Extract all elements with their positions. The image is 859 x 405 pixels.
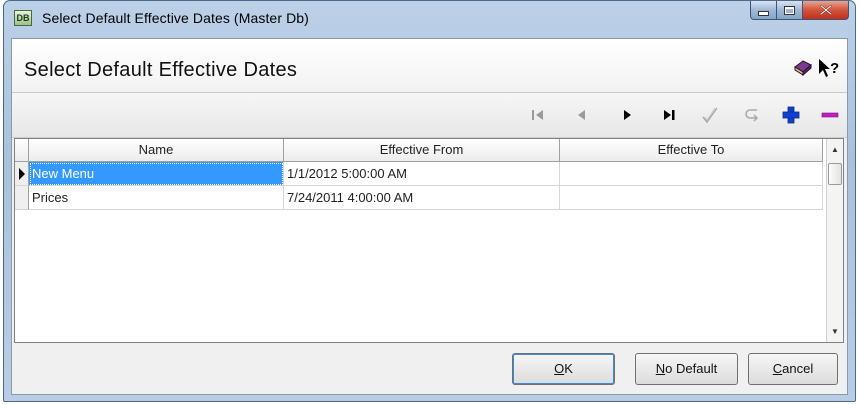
cell-effective-to[interactable]	[560, 162, 823, 186]
no-default-button[interactable]: No Default	[635, 353, 738, 385]
table-row[interactable]: Prices 7/24/2011 4:00:00 AM	[15, 186, 823, 210]
minimize-button[interactable]	[750, 1, 777, 20]
help-book-icon[interactable]	[793, 59, 813, 77]
no-default-mnemonic: N	[655, 361, 666, 376]
maximize-icon	[784, 5, 795, 15]
current-row-pointer-icon	[19, 168, 25, 180]
minimize-icon	[758, 10, 769, 16]
no-default-label: o Default	[665, 361, 718, 376]
column-header-name[interactable]: Name	[29, 139, 284, 161]
close-button[interactable]	[803, 1, 849, 20]
next-record-icon[interactable]	[617, 105, 637, 125]
cell-effective-to[interactable]	[560, 186, 823, 210]
maximize-button[interactable]	[777, 1, 803, 20]
cell-name[interactable]: Prices	[29, 186, 284, 210]
scroll-down-icon[interactable]: ▼	[827, 323, 843, 340]
svg-text:?: ?	[830, 60, 839, 77]
cell-effective-from[interactable]: 1/1/2012 5:00:00 AM	[284, 162, 560, 186]
window-title: Select Default Effective Dates (Master D…	[42, 10, 309, 26]
title-bar[interactable]: DB Select Default Effective Dates (Maste…	[4, 1, 855, 39]
row-indicator	[15, 162, 29, 186]
cancel-mnemonic: C	[772, 361, 783, 376]
record-navigator	[12, 93, 847, 138]
vertical-scrollbar[interactable]: ▲ ▼	[826, 139, 843, 342]
column-header-effective-from[interactable]: Effective From	[284, 139, 560, 161]
ok-mnemonic: O	[554, 361, 565, 376]
scroll-up-icon[interactable]: ▲	[827, 141, 843, 158]
column-header-effective-to[interactable]: Effective To	[560, 139, 823, 161]
ok-label: K	[564, 361, 573, 376]
page-title: Select Default Effective Dates	[24, 59, 298, 81]
cancel-label: ancel	[782, 361, 814, 376]
heading-band: Select Default Effective Dates ?	[12, 39, 847, 93]
close-icon	[819, 5, 832, 15]
cell-effective-from[interactable]: 7/24/2011 4:00:00 AM	[284, 186, 560, 210]
table-row[interactable]: New Menu 1/1/2012 5:00:00 AM	[15, 162, 823, 186]
caption-buttons	[750, 1, 849, 21]
row-indicator	[15, 186, 29, 210]
last-record-icon[interactable]	[659, 105, 679, 125]
scroll-thumb[interactable]	[828, 163, 842, 185]
dialog-client-area: Select Default Effective Dates ? Name Ef…	[11, 38, 848, 395]
insert-record-icon[interactable]	[781, 105, 801, 125]
effective-dates-grid[interactable]: Name Effective From Effective To New Men…	[14, 138, 844, 343]
grid-header: Name Effective From Effective To	[15, 139, 823, 162]
cancel-edit-icon[interactable]	[742, 105, 762, 125]
cell-name[interactable]: New Menu	[29, 162, 284, 186]
database-icon: DB	[14, 10, 32, 26]
row-indicator-header	[15, 139, 29, 161]
delete-record-icon[interactable]	[820, 105, 840, 125]
first-record-icon[interactable]	[528, 105, 548, 125]
post-edit-icon[interactable]	[700, 105, 720, 125]
previous-record-icon[interactable]	[572, 105, 592, 125]
ok-button[interactable]: OK	[512, 353, 615, 385]
whats-this-help-icon[interactable]: ?	[817, 56, 841, 80]
dialog-window: DB Select Default Effective Dates (Maste…	[3, 0, 856, 402]
cancel-button[interactable]: Cancel	[748, 353, 838, 385]
